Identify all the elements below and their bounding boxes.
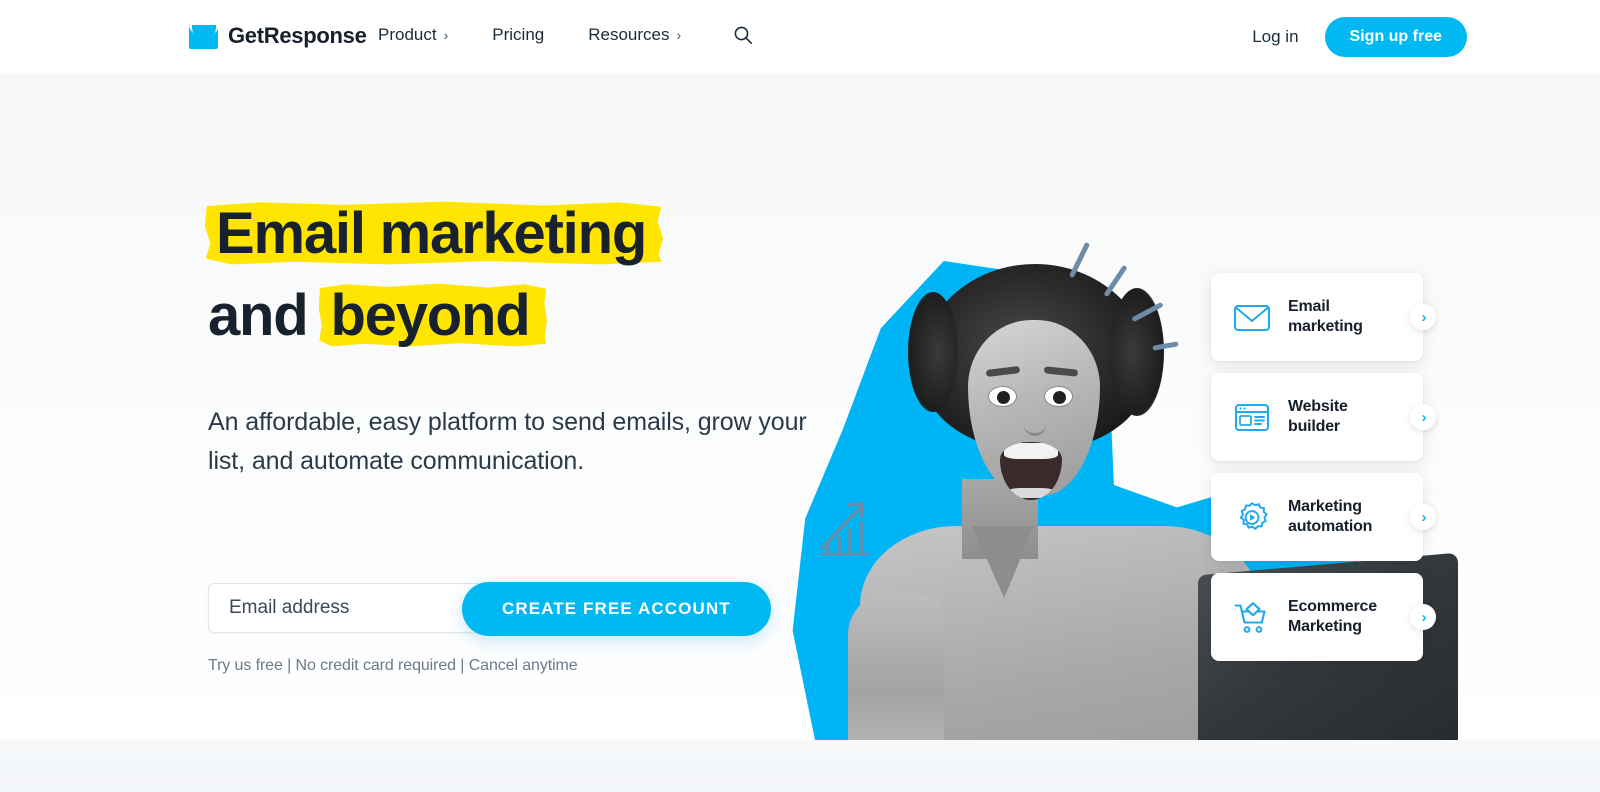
hero-subheading: An affordable, easy platform to send ema… [208,408,807,475]
nav-item-resources[interactable]: Resources › [588,25,709,45]
login-link[interactable]: Log in [1252,27,1298,47]
headline-plain-text: and [208,283,323,348]
hero-copy: Email marketing and beyond An affordable… [208,193,828,481]
site-header: GetResponse Product › Pricing Resources … [0,0,1600,73]
envelope-logo-icon [189,23,218,49]
chevron-right-icon: › [676,27,682,43]
chevron-right-icon[interactable]: › [1410,404,1436,430]
feature-card-website-builder[interactable]: Website builder › [1211,373,1436,461]
hero-section: Email marketing and beyond An affordable… [0,73,1600,740]
chevron-right-icon[interactable]: › [1410,604,1436,630]
logo[interactable]: GetResponse [189,23,367,49]
feature-card-label: Website builder [1288,398,1348,435]
header-actions: Log in Sign up free [1252,17,1467,57]
person-eye-left [988,386,1017,407]
page-title: Email marketing and beyond [208,193,828,357]
headline-line-2: and beyond [208,275,828,357]
chevron-right-icon: › [443,27,449,43]
feature-card-label: Marketing automation [1288,498,1373,535]
feature-card-email-marketing[interactable]: Email marketing › [1211,273,1436,361]
chevron-right-icon[interactable]: › [1410,304,1436,330]
person-eye-right [1044,386,1073,407]
nav-item-product[interactable]: Product › [378,25,476,45]
growth-bar-chart-doodle [820,502,870,556]
sign-up-free-button[interactable]: Sign up free [1324,17,1467,57]
feature-card-list: Email marketing › Website builder › Mark… [1211,273,1436,673]
feature-card-label: Email marketing [1288,298,1363,335]
person-nose [1024,414,1046,436]
create-free-account-button[interactable]: CREATE FREE ACCOUNT [462,582,771,636]
signup-form: CREATE FREE ACCOUNT [208,582,788,636]
person-mouth [1000,442,1062,500]
excitement-lines-doodle [1065,241,1185,356]
nav-item-resources-label: Resources [588,25,670,44]
search-icon[interactable] [733,25,753,45]
headline-highlight-1: Email marketing [208,193,654,275]
legal-note: Try us free | No credit card required | … [208,657,578,674]
feature-card-marketing-automation[interactable]: Marketing automation › [1211,473,1436,561]
nav-item-pricing-label: Pricing [492,25,545,44]
chevron-right-icon[interactable]: › [1410,504,1436,530]
section-divider-band [0,740,1600,792]
envelope-icon [1233,300,1271,334]
headline-line-1: Email marketing [208,193,828,275]
shopping-cart-icon [1233,600,1271,634]
hero-illustration [770,146,1600,740]
feature-card-ecommerce-marketing[interactable]: Ecommerce Marketing › [1211,573,1436,661]
gear-play-icon [1233,500,1271,534]
main-nav: Product › Pricing Resources › [378,25,753,45]
nav-item-pricing[interactable]: Pricing [492,25,572,45]
nav-item-product-label: Product [378,25,437,44]
logo-text: GetResponse [228,23,367,48]
browser-window-icon [1233,400,1271,434]
feature-card-label: Ecommerce Marketing [1288,598,1377,635]
headline-highlight-2: beyond [322,275,537,357]
person-arm [848,594,944,740]
